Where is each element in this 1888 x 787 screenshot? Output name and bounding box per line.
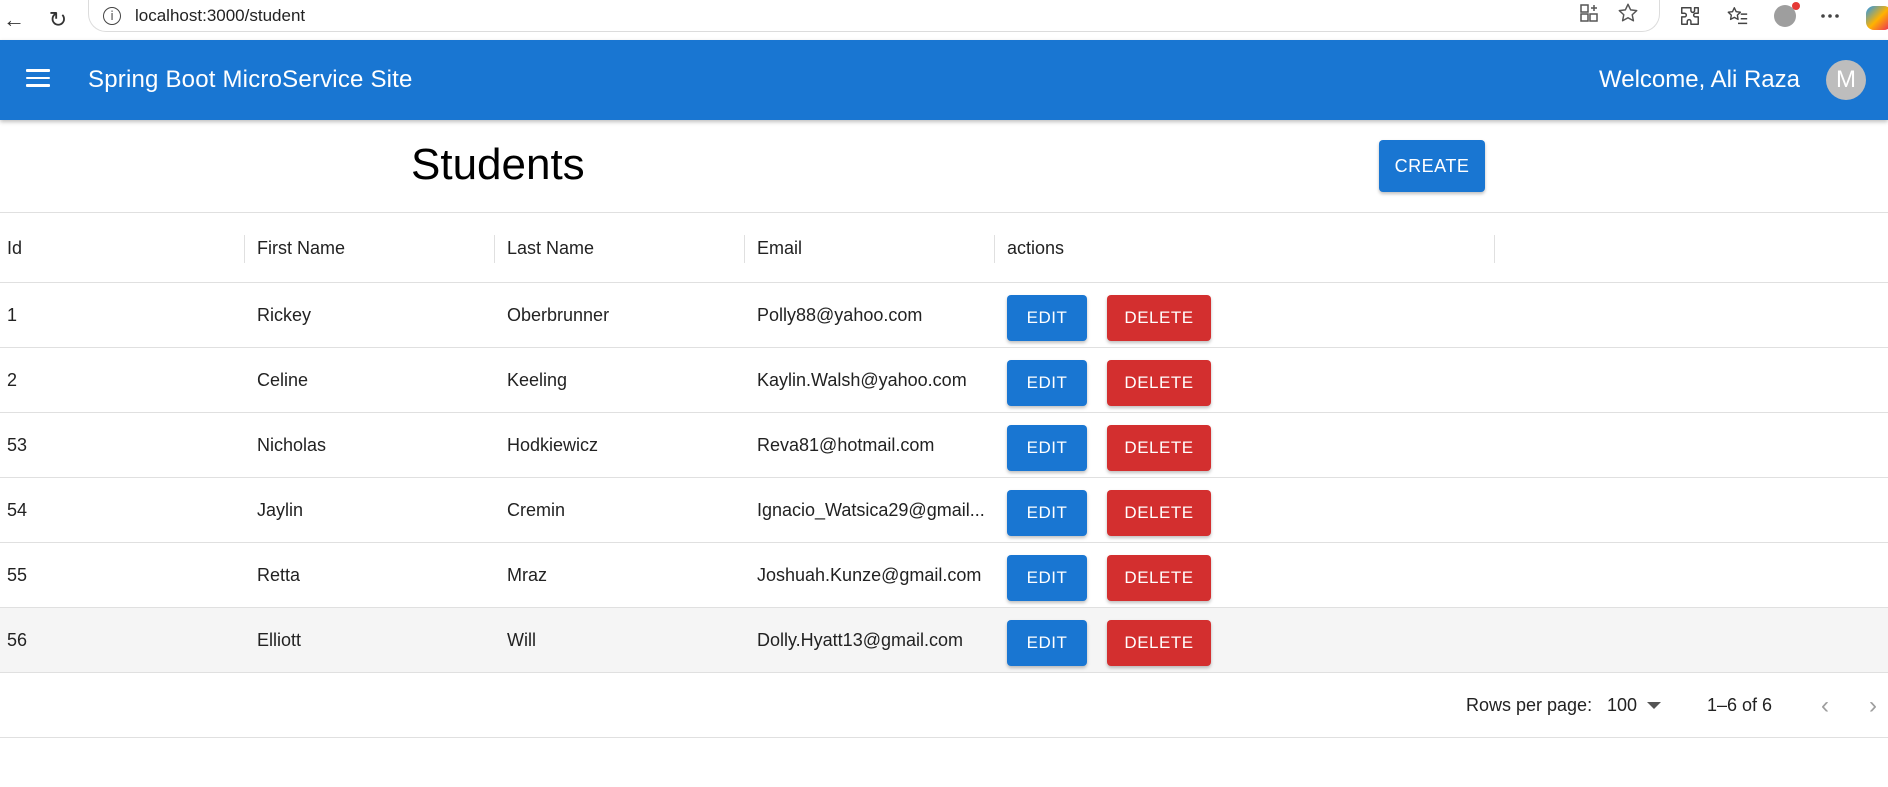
favorite-star-icon[interactable]	[1617, 2, 1639, 30]
cell-first-name: Celine	[257, 369, 309, 390]
table-row[interactable]: 53 Nicholas Hodkiewicz Reva81@hotmail.co…	[0, 413, 1888, 478]
table-row[interactable]: 56 Elliott Will Dolly.Hyatt13@gmail.com …	[0, 608, 1888, 673]
create-button[interactable]: CREATE	[1379, 140, 1485, 192]
edit-button[interactable]: EDIT	[1007, 360, 1087, 406]
delete-button[interactable]: DELETE	[1107, 490, 1211, 536]
cell-email: Reva81@hotmail.com	[757, 434, 935, 455]
table-row[interactable]: 2 Celine Keeling Kaylin.Walsh@yahoo.com …	[0, 348, 1888, 413]
cell-email: Joshuah.Kunze@gmail.com	[757, 564, 982, 585]
cell-id: 54	[7, 499, 28, 520]
browser-toolbar: ← ↻ i localhost:3000/student	[0, 0, 1888, 40]
cell-email: Kaylin.Walsh@yahoo.com	[757, 369, 967, 390]
column-separator[interactable]	[244, 235, 245, 263]
table-row[interactable]: 54 Jaylin Cremin Ignacio_Watsica29@gmail…	[0, 478, 1888, 543]
site-info-icon[interactable]: i	[103, 6, 121, 25]
app-bar: Spring Boot MicroService Site Welcome, A…	[0, 40, 1888, 120]
more-options-icon[interactable]	[1816, 2, 1844, 30]
cell-first-name: Nicholas	[257, 434, 327, 455]
previous-page-icon[interactable]: ‹	[1810, 691, 1840, 721]
address-url[interactable]: localhost:3000/student	[135, 6, 305, 26]
students-table: Id First Name Last Name Email actions 1 …	[0, 212, 1888, 738]
extensions-puzzle-icon[interactable]	[1676, 2, 1704, 30]
rows-per-page-label: Rows per page:	[1466, 695, 1593, 715]
cell-last-name: Oberbrunner	[507, 304, 610, 325]
welcome-text: Welcome, Ali Raza	[1599, 66, 1800, 93]
cell-first-name: Retta	[257, 564, 301, 585]
chevron-down-icon	[1647, 702, 1662, 709]
page-title: Students	[411, 140, 585, 189]
apps-grid-icon[interactable]	[1579, 3, 1599, 29]
cell-last-name: Hodkiewicz	[507, 434, 599, 455]
delete-button[interactable]: DELETE	[1107, 295, 1211, 341]
edit-button[interactable]: EDIT	[1007, 555, 1087, 601]
table-header: Id First Name Last Name Email actions	[0, 213, 1888, 283]
edit-button[interactable]: EDIT	[1007, 295, 1087, 341]
delete-button[interactable]: DELETE	[1107, 425, 1211, 471]
column-separator[interactable]	[744, 235, 745, 263]
address-bar[interactable]: i localhost:3000/student	[88, 0, 1660, 32]
favorites-list-icon[interactable]	[1724, 2, 1752, 30]
column-separator[interactable]	[994, 235, 995, 263]
cell-first-name: Elliott	[257, 629, 302, 650]
menu-icon[interactable]	[26, 69, 50, 89]
edit-button[interactable]: EDIT	[1007, 620, 1087, 666]
cell-email: Dolly.Hyatt13@gmail.com	[757, 629, 963, 650]
column-header-email[interactable]: Email	[757, 213, 802, 283]
delete-button[interactable]: DELETE	[1107, 555, 1211, 601]
cell-email: Polly88@yahoo.com	[757, 304, 923, 325]
next-page-icon[interactable]: ›	[1858, 691, 1888, 721]
pagination-range: 1–6 of 6	[1707, 695, 1773, 715]
column-header-id[interactable]: Id	[7, 213, 22, 283]
column-header-last-name[interactable]: Last Name	[507, 213, 594, 283]
cell-first-name: Rickey	[257, 304, 312, 325]
table-row[interactable]: 55 Retta Mraz Joshuah.Kunze@gmail.com ED…	[0, 543, 1888, 608]
cell-email: Ignacio_Watsica29@gmail...	[757, 499, 985, 520]
column-header-actions[interactable]: actions	[1007, 213, 1064, 283]
avatar[interactable]: M	[1826, 60, 1866, 100]
table-row[interactable]: 1 Rickey Oberbrunner Polly88@yahoo.com E…	[0, 283, 1888, 348]
cell-last-name: Keeling	[507, 369, 568, 390]
rows-per-page-value: 100	[1607, 695, 1638, 715]
cell-id: 53	[7, 434, 28, 455]
cell-id: 55	[7, 564, 28, 585]
column-header-first-name[interactable]: First Name	[257, 213, 345, 283]
table-footer: Rows per page: 100 1–6 of 6 ‹ ›	[0, 673, 1888, 738]
cell-id: 1	[7, 304, 18, 325]
cell-last-name: Cremin	[507, 499, 566, 520]
cell-last-name: Will	[507, 629, 536, 650]
delete-button[interactable]: DELETE	[1107, 620, 1211, 666]
copilot-icon[interactable]	[1866, 6, 1888, 30]
edit-button[interactable]: EDIT	[1007, 490, 1087, 536]
delete-button[interactable]: DELETE	[1107, 360, 1211, 406]
cell-id: 2	[7, 369, 18, 390]
column-separator[interactable]	[1494, 235, 1495, 263]
back-arrow-icon[interactable]: ←	[0, 6, 28, 34]
cell-first-name: Jaylin	[257, 499, 304, 520]
cell-last-name: Mraz	[507, 564, 547, 585]
cell-id: 56	[7, 629, 28, 650]
reload-icon[interactable]: ↻	[44, 6, 72, 34]
edit-button[interactable]: EDIT	[1007, 425, 1087, 471]
app-title: Spring Boot MicroService Site	[88, 66, 413, 93]
column-separator[interactable]	[494, 235, 495, 263]
rows-per-page-select[interactable]: 100	[1607, 673, 1662, 738]
profile-icon[interactable]	[1771, 2, 1800, 30]
